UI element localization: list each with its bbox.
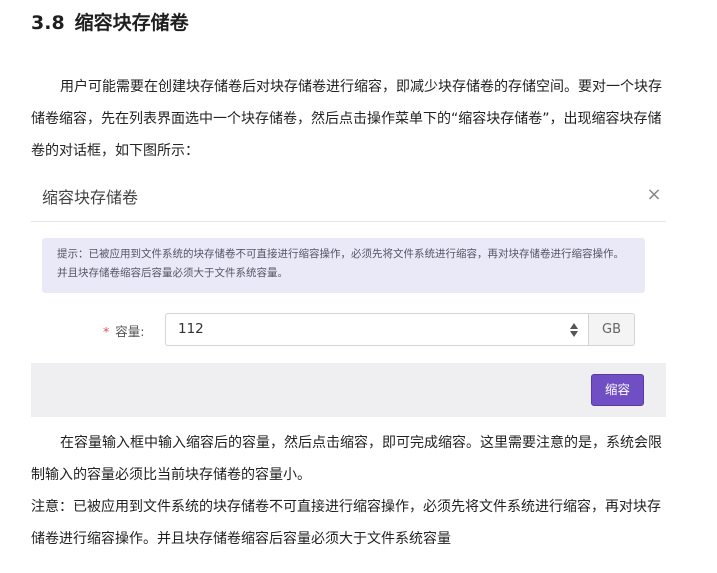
section-heading: 3.8 缩容块存储卷: [31, 8, 189, 38]
required-mark: *: [103, 324, 110, 339]
dialog-header: 缩容块存储卷 ×: [31, 173, 666, 222]
section-title: 缩容块存储卷: [74, 12, 189, 34]
unit-addon: GB: [588, 313, 635, 346]
capacity-input-box[interactable]: [165, 313, 588, 346]
dialog-footer: 缩容: [31, 363, 666, 417]
stepper-up-icon[interactable]: [570, 323, 578, 329]
capacity-form-row: * 容量: GB: [31, 313, 666, 347]
shrink-button[interactable]: 缩容: [591, 374, 644, 406]
note-paragraph: 注意：已被应用到文件系统的块存储卷不可直接进行缩容操作，必须先将文件系统进行缩容…: [31, 499, 661, 547]
close-icon[interactable]: ×: [646, 186, 662, 204]
capacity-input[interactable]: [178, 321, 538, 337]
after-paragraph: 在容量输入框中输入缩容后的容量，然后点击缩容，即可完成缩容。这里需要注意的是，系…: [31, 435, 662, 483]
number-stepper[interactable]: [570, 321, 580, 339]
stepper-down-icon[interactable]: [570, 331, 578, 337]
shrink-volume-dialog: 缩容块存储卷 × 提示：已被应用到文件系统的块存储卷不可直接进行缩容操作，必须先…: [31, 173, 666, 417]
capacity-label-text: 容量:: [115, 324, 145, 339]
dialog-title: 缩容块存储卷: [42, 188, 139, 207]
capacity-label: * 容量:: [103, 321, 144, 340]
section-number: 3.8: [31, 12, 65, 34]
intro-paragraph: 用户可能需要在创建块存储卷后对块存储卷进行缩容，即减少块存储卷的存储空间。要对一…: [31, 79, 662, 159]
info-alert: 提示：已被应用到文件系统的块存储卷不可直接进行缩容操作，必须先将文件系统进行缩容…: [42, 238, 645, 293]
